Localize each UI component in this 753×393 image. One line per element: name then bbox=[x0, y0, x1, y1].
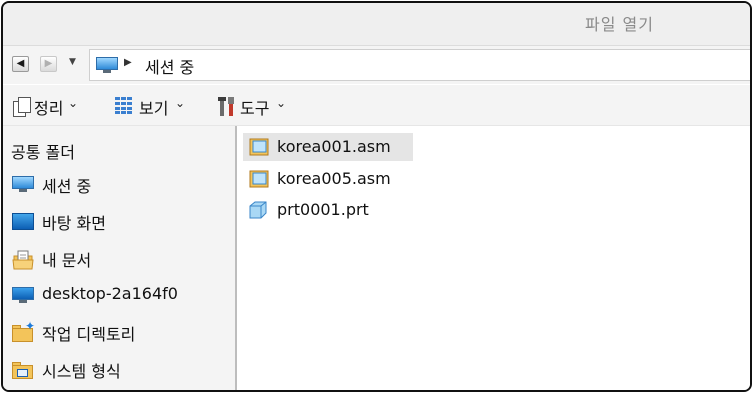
address-bar: ◀ ▶ ▼ ▶ 세션 중 bbox=[3, 46, 750, 84]
chevron-down-icon: ⌄ bbox=[175, 96, 186, 110]
chevron-down-icon: ⌄ bbox=[276, 96, 287, 110]
sidebar-item-desktop[interactable]: 바탕 화면 bbox=[3, 206, 235, 236]
documents-icon bbox=[12, 250, 34, 270]
sidebar-item-label: 세션 중 bbox=[42, 177, 92, 196]
toolbar: 정리 ⌄ 보기 ⌄ 도구 ⌄ bbox=[3, 85, 750, 126]
sidebar-item-working-directory[interactable]: ✦ 작업 디렉토리 bbox=[3, 317, 235, 347]
assembly-icon bbox=[249, 138, 269, 156]
sidebar-item-label: 바탕 화면 bbox=[42, 214, 106, 233]
view-icon bbox=[115, 97, 135, 115]
history-dropdown-icon[interactable]: ▼ bbox=[69, 57, 76, 67]
view-label: 보기 bbox=[139, 99, 169, 118]
organize-icon bbox=[13, 97, 31, 117]
monitor-icon bbox=[96, 57, 118, 73]
file-list: korea001.asm korea005.asm prt0001.prt bbox=[237, 126, 750, 390]
sidebar-item-label: desktop-2a164f0 bbox=[42, 284, 178, 303]
file-name: korea005.asm bbox=[277, 169, 391, 188]
file-row-prt0001[interactable]: prt0001.prt bbox=[243, 196, 413, 224]
sidebar-item-label: 시스템 형식 bbox=[42, 362, 121, 381]
assembly-icon bbox=[249, 170, 269, 188]
sidebar-item-my-documents[interactable]: 내 문서 bbox=[3, 243, 235, 273]
computer-icon bbox=[12, 287, 34, 303]
forward-button[interactable]: ▶ bbox=[40, 56, 57, 72]
sidebar-item-computer[interactable]: desktop-2a164f0 bbox=[3, 280, 235, 310]
breadcrumb-location[interactable]: 세션 중 bbox=[145, 54, 194, 78]
system-format-folder-icon bbox=[12, 361, 34, 379]
file-name: korea001.asm bbox=[277, 137, 391, 156]
sidebar-item-label: 작업 디렉토리 bbox=[42, 325, 136, 344]
file-name: prt0001.prt bbox=[277, 200, 369, 219]
sidebar-item-label: 내 문서 bbox=[42, 251, 92, 270]
tools-menu[interactable]: 도구 ⌄ bbox=[218, 95, 318, 118]
organize-label: 정리 bbox=[34, 99, 64, 118]
common-folders-pane: 공통 폴더 세션 중 바탕 화면 내 문서 desktop-2a164f0 ✦ … bbox=[3, 126, 237, 390]
tools-icon bbox=[218, 97, 236, 117]
common-folders-heading: 공통 폴더 bbox=[11, 143, 75, 162]
breadcrumb-arrow-icon[interactable]: ▶ bbox=[124, 57, 132, 68]
star-icon: ✦ bbox=[25, 319, 36, 333]
desktop-icon bbox=[12, 213, 34, 230]
back-button[interactable]: ◀ bbox=[12, 56, 29, 72]
sidebar-item-in-session[interactable]: 세션 중 bbox=[3, 169, 235, 199]
file-row-korea001[interactable]: korea001.asm bbox=[243, 133, 413, 161]
sidebar-item-system-format[interactable]: 시스템 형식 bbox=[3, 354, 235, 384]
file-open-dialog: 파일 열기 ◀ ▶ ▼ ▶ 세션 중 정리 ⌄ 보기 ⌄ 도구 ⌄ 공통 폴더 … bbox=[1, 1, 752, 392]
part-icon bbox=[249, 201, 267, 219]
file-row-korea005[interactable]: korea005.asm bbox=[243, 165, 413, 193]
working-folder-icon: ✦ bbox=[12, 319, 35, 342]
title-bar[interactable]: 파일 열기 bbox=[3, 3, 750, 46]
tools-label: 도구 bbox=[240, 99, 270, 118]
window-title: 파일 열기 bbox=[585, 15, 654, 34]
monitor-icon bbox=[12, 176, 34, 192]
address-field[interactable]: ▶ 세션 중 bbox=[89, 49, 750, 81]
chevron-down-icon: ⌄ bbox=[68, 96, 79, 110]
view-menu[interactable]: 보기 ⌄ bbox=[115, 95, 215, 118]
